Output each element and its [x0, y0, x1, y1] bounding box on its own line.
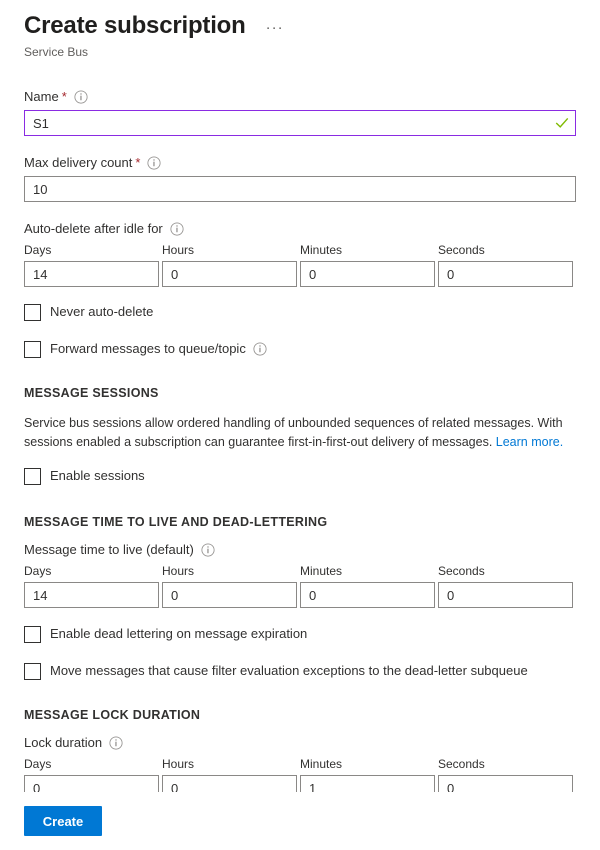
ttl-days-input[interactable] [24, 582, 159, 608]
ttl-label: Message time to live (default) [24, 541, 194, 559]
ttl-seconds-label: Seconds [438, 563, 573, 579]
name-required-marker: * [62, 88, 67, 106]
auto-delete-minutes-col: Minutes [300, 242, 435, 287]
auto-delete-hours-input[interactable] [162, 261, 297, 287]
forward-messages-checkbox-row[interactable]: Forward messages to queue/topic [24, 340, 576, 358]
forward-messages-checkbox[interactable] [24, 341, 41, 358]
auto-delete-seconds-label: Seconds [438, 242, 573, 258]
name-input[interactable] [24, 110, 576, 136]
enable-dead-lettering-checkbox[interactable] [24, 626, 41, 643]
ttl-seconds-col: Seconds [438, 563, 573, 608]
auto-delete-duration-group: Days Hours Minutes Seconds [24, 242, 576, 287]
info-icon[interactable] [147, 156, 161, 170]
auto-delete-label-row: Auto-delete after idle for [24, 220, 576, 238]
lock-duration-label-row: Lock duration [24, 734, 576, 752]
ttl-hours-label: Hours [162, 563, 297, 579]
auto-delete-minutes-label: Minutes [300, 242, 435, 258]
ellipsis-icon[interactable]: ··· [262, 17, 288, 39]
ttl-days-col: Days [24, 563, 159, 608]
page-title: Create subscription [24, 12, 246, 40]
info-icon[interactable] [74, 90, 88, 104]
message-sessions-heading: MESSAGE SESSIONS [24, 386, 576, 400]
move-filter-exceptions-checkbox-row[interactable]: Move messages that cause filter evaluati… [24, 662, 576, 680]
max-delivery-count-label: Max delivery count [24, 154, 132, 172]
ttl-duration-group: Days Hours Minutes Seconds [24, 563, 576, 608]
enable-dead-lettering-checkbox-row[interactable]: Enable dead lettering on message expirat… [24, 625, 576, 643]
max-delivery-count-label-row: Max delivery count * [24, 154, 576, 172]
name-label-row: Name * [24, 88, 576, 106]
ttl-minutes-label: Minutes [300, 563, 435, 579]
message-sessions-description: Service bus sessions allow ordered handl… [24, 414, 576, 452]
ttl-hours-input[interactable] [162, 582, 297, 608]
create-subscription-blade: Create subscription ··· Service Bus Name… [0, 0, 600, 850]
ttl-days-label: Days [24, 563, 159, 579]
auto-delete-days-label: Days [24, 242, 159, 258]
learn-more-link[interactable]: Learn more. [496, 435, 563, 449]
never-auto-delete-label: Never auto-delete [50, 303, 153, 321]
lock-seconds-label: Seconds [438, 756, 573, 772]
ttl-seconds-input[interactable] [438, 582, 573, 608]
auto-delete-label: Auto-delete after idle for [24, 220, 163, 238]
info-icon[interactable] [201, 543, 215, 557]
name-label: Name [24, 88, 59, 106]
enable-sessions-label: Enable sessions [50, 467, 145, 485]
move-filter-exceptions-label: Move messages that cause filter evaluati… [50, 662, 528, 680]
auto-delete-seconds-col: Seconds [438, 242, 573, 287]
name-input-wrap [24, 110, 576, 136]
move-filter-exceptions-checkbox[interactable] [24, 663, 41, 680]
enable-sessions-checkbox-row[interactable]: Enable sessions [24, 467, 576, 485]
blade-subtitle: Service Bus [24, 44, 600, 60]
message-sessions-description-text: Service bus sessions allow ordered handl… [24, 416, 563, 449]
ttl-label-row: Message time to live (default) [24, 541, 576, 559]
max-delivery-count-required-marker: * [135, 154, 140, 172]
blade-footer: Create [0, 792, 600, 850]
auto-delete-days-input[interactable] [24, 261, 159, 287]
subscription-form: Name * Max delivery count * [0, 88, 600, 801]
auto-delete-hours-label: Hours [162, 242, 297, 258]
ttl-minutes-input[interactable] [300, 582, 435, 608]
enable-sessions-checkbox[interactable] [24, 468, 41, 485]
info-icon[interactable] [109, 736, 123, 750]
max-delivery-count-input[interactable] [24, 176, 576, 202]
ttl-minutes-col: Minutes [300, 563, 435, 608]
ttl-dead-lettering-heading: MESSAGE TIME TO LIVE AND DEAD-LETTERING [24, 515, 576, 529]
forward-messages-label: Forward messages to queue/topic [50, 340, 246, 358]
auto-delete-seconds-input[interactable] [438, 261, 573, 287]
auto-delete-hours-col: Hours [162, 242, 297, 287]
lock-minutes-label: Minutes [300, 756, 435, 772]
create-button[interactable]: Create [24, 806, 102, 836]
title-wrap: Create subscription ··· [24, 12, 288, 40]
auto-delete-days-col: Days [24, 242, 159, 287]
lock-hours-label: Hours [162, 756, 297, 772]
never-auto-delete-checkbox-row[interactable]: Never auto-delete [24, 303, 576, 321]
enable-dead-lettering-label: Enable dead lettering on message expirat… [50, 625, 307, 643]
ttl-hours-col: Hours [162, 563, 297, 608]
info-icon[interactable] [170, 222, 184, 236]
auto-delete-minutes-input[interactable] [300, 261, 435, 287]
never-auto-delete-checkbox[interactable] [24, 304, 41, 321]
lock-days-label: Days [24, 756, 159, 772]
lock-duration-heading: MESSAGE LOCK DURATION [24, 708, 576, 722]
info-icon[interactable] [253, 342, 267, 356]
lock-duration-label: Lock duration [24, 734, 102, 752]
blade-header: Create subscription ··· [0, 0, 600, 40]
